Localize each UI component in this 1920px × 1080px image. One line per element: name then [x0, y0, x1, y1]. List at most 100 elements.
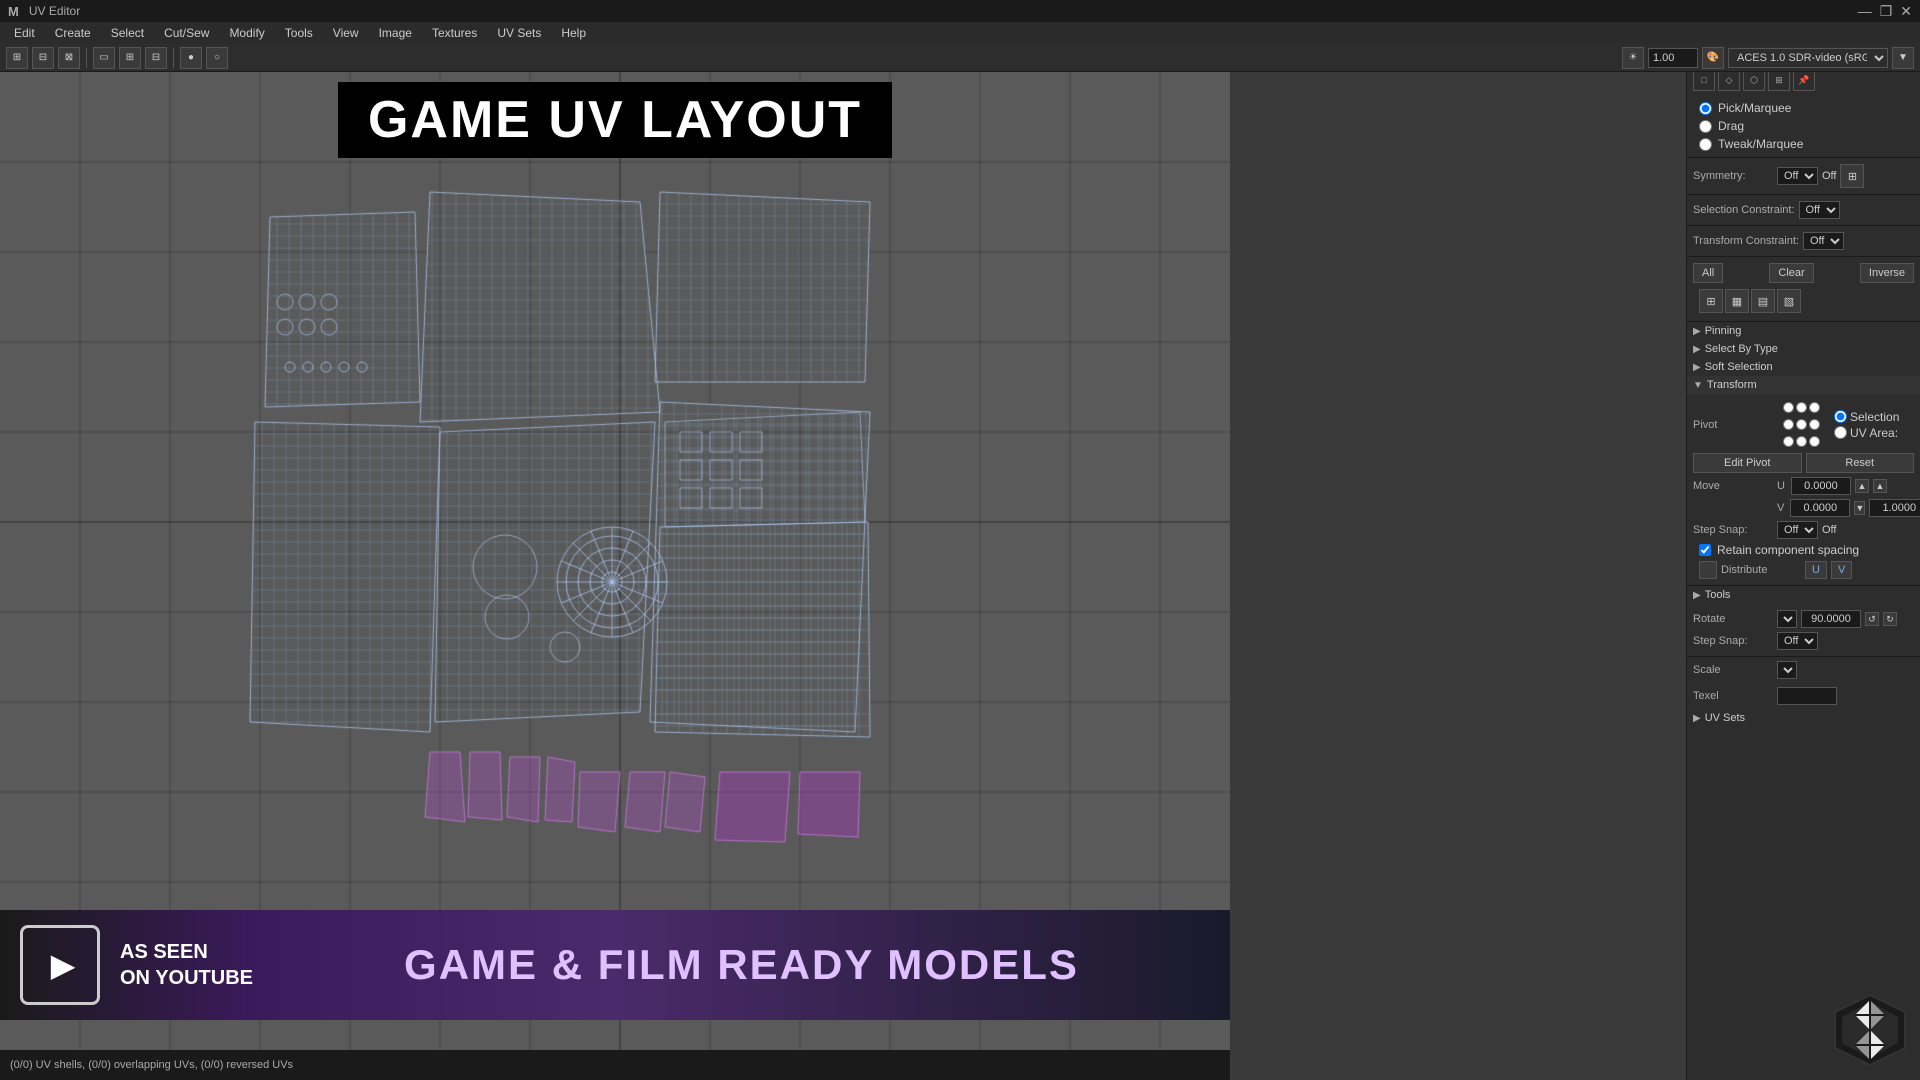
exposure-input[interactable] — [1648, 48, 1698, 68]
toolbar-icon-6[interactable]: ⊟ — [145, 47, 167, 69]
pivot-radio-2[interactable] — [1796, 402, 1807, 413]
move-scale-input[interactable] — [1869, 499, 1920, 517]
toolbar-icon-1[interactable]: ⊞ — [6, 47, 28, 69]
symmetry-label: Symmetry: — [1693, 170, 1773, 182]
distribute-label: Distribute — [1721, 564, 1801, 576]
tools-section-header[interactable]: ▶ Tools — [1687, 586, 1920, 604]
toolbar-icon-7[interactable]: ● — [180, 47, 202, 69]
distribute-v-button[interactable]: V — [1831, 561, 1852, 579]
play-button[interactable] — [20, 925, 100, 1005]
mode-icon-1[interactable]: ⊞ — [1699, 289, 1723, 313]
mode-icon-4[interactable]: ▧ — [1777, 289, 1801, 313]
window-title: UV Editor — [29, 4, 80, 18]
uv-viewport[interactable]: GAME UV LAYOUT AS SEEN ON YOUTUBE GAME &… — [0, 72, 1230, 1050]
uv-shape-pin[interactable]: 📌 — [1793, 69, 1815, 91]
toolbar-icon-5[interactable]: ⊞ — [119, 47, 141, 69]
texel-input[interactable] — [1777, 687, 1837, 705]
reset-button[interactable]: Reset — [1806, 453, 1915, 473]
menu-view[interactable]: View — [325, 24, 367, 42]
move-u-up[interactable]: ▲ — [1855, 479, 1869, 493]
close-button[interactable]: ✕ — [1900, 3, 1912, 20]
uv-canvas — [0, 72, 1230, 1050]
menu-uvsets[interactable]: UV Sets — [489, 24, 549, 42]
toolbar-icon-8[interactable]: ○ — [206, 47, 228, 69]
exposure-icon[interactable]: ☀ — [1622, 47, 1644, 69]
pivot-radio-4[interactable] — [1783, 419, 1794, 430]
symmetry-section: Symmetry: Off Off ⊞ — [1687, 158, 1920, 195]
scale-dropdown[interactable]: ▸ — [1777, 661, 1797, 679]
pivot-selection-radio[interactable] — [1834, 410, 1847, 423]
uv-shape-cube[interactable]: ⬡ — [1743, 69, 1765, 91]
transform-arrow-icon: ▼ — [1693, 380, 1703, 391]
pivot-radio-7[interactable] — [1783, 436, 1794, 447]
color-profile-dropdown[interactable]: ACES 1.0 SDR-video (sRGB) — [1728, 48, 1888, 68]
rotate-row: Rotate ▸ ↺ ↻ — [1693, 608, 1914, 630]
uv-shape-grid[interactable]: ⊞ — [1768, 69, 1790, 91]
soft-selection-label: Soft Selection — [1705, 361, 1773, 373]
window-controls[interactable]: — ❐ ✕ — [1858, 3, 1912, 20]
symmetry-dropdown[interactable]: Off — [1777, 167, 1818, 185]
menu-modify[interactable]: Modify — [221, 24, 272, 42]
menu-tools[interactable]: Tools — [277, 24, 321, 42]
mode-icon-3[interactable]: ▤ — [1751, 289, 1775, 313]
menu-textures[interactable]: Textures — [424, 24, 485, 42]
menu-select[interactable]: Select — [103, 24, 152, 42]
maximize-button[interactable]: ❐ — [1880, 3, 1893, 20]
transform-constraint-dropdown[interactable]: Off — [1803, 232, 1844, 250]
pivot-radio-1[interactable] — [1783, 402, 1794, 413]
step-snap-dropdown[interactable]: Off — [1777, 521, 1818, 539]
all-button[interactable]: All — [1693, 263, 1723, 283]
uv-shape-square[interactable]: □ — [1693, 69, 1715, 91]
uv-shape-diamond[interactable]: ◇ — [1718, 69, 1740, 91]
menu-cutsew[interactable]: Cut/Sew — [156, 24, 217, 42]
move-v-down[interactable]: ▼ — [1854, 501, 1865, 515]
menu-edit[interactable]: Edit — [6, 24, 43, 42]
pivot-radio-grid-1 — [1777, 400, 1826, 415]
select-by-type-header[interactable]: ▶ Select By Type — [1687, 340, 1920, 358]
move-u-up2[interactable]: ▲ — [1873, 479, 1887, 493]
distribute-u-button[interactable]: U — [1805, 561, 1827, 579]
tweak-marquee-radio[interactable] — [1699, 138, 1712, 151]
toolbar-icon-2[interactable]: ⊟ — [32, 47, 54, 69]
toolbar-icon-4[interactable]: ▭ — [93, 47, 115, 69]
pinning-section-header[interactable]: ▶ Pinning — [1687, 322, 1920, 340]
edit-pivot-button[interactable]: Edit Pivot — [1693, 453, 1802, 473]
color-profile-icon[interactable]: 🎨 — [1702, 47, 1724, 69]
symmetry-icon[interactable]: ⊞ — [1840, 164, 1864, 188]
inverse-button[interactable]: Inverse — [1860, 263, 1914, 283]
mode-icon-2[interactable]: ▦ — [1725, 289, 1749, 313]
selection-constraint-dropdown[interactable]: Off — [1799, 201, 1840, 219]
pivot-radio-3[interactable] — [1809, 402, 1820, 413]
distribute-icon[interactable] — [1699, 561, 1717, 579]
move-u-input[interactable] — [1791, 477, 1851, 495]
app-icon: M — [8, 4, 19, 19]
toolbar-icon-expand[interactable]: ▼ — [1892, 47, 1914, 69]
pivot-radio-grid-2 — [1777, 417, 1826, 432]
pivot-uvarea-radio[interactable] — [1834, 426, 1847, 439]
pivot-radio-5[interactable] — [1796, 419, 1807, 430]
menu-create[interactable]: Create — [47, 24, 99, 42]
clear-button[interactable]: Clear — [1769, 263, 1813, 283]
soft-selection-header[interactable]: ▶ Soft Selection — [1687, 358, 1920, 376]
pivot-radio-8[interactable] — [1796, 436, 1807, 447]
pivot-radio-9[interactable] — [1809, 436, 1820, 447]
menu-image[interactable]: Image — [371, 24, 420, 42]
toolbar: ⊞ ⊟ ⊠ ▭ ⊞ ⊟ ● ○ ☀ 🎨 ACES 1.0 SDR-video (… — [0, 44, 1920, 72]
mode-icons-row: ⊞ ▦ ▤ ▧ — [1693, 285, 1914, 317]
menu-help[interactable]: Help — [553, 24, 594, 42]
minimize-button[interactable]: — — [1858, 3, 1872, 20]
rotate-ccw[interactable]: ↺ — [1865, 612, 1879, 626]
transform-section-header[interactable]: ▼ Transform — [1687, 376, 1920, 394]
pick-marquee-radio[interactable] — [1699, 102, 1712, 115]
toolbar-icon-3[interactable]: ⊠ — [58, 47, 80, 69]
move-v-input[interactable] — [1790, 499, 1850, 517]
rotate-dropdown[interactable]: ▸ — [1777, 610, 1797, 628]
pivot-radio-6[interactable] — [1809, 419, 1820, 430]
drag-radio[interactable] — [1699, 120, 1712, 133]
rotate-input[interactable] — [1801, 610, 1861, 628]
uv-sets-header[interactable]: ▶ UV Sets — [1687, 709, 1920, 727]
retain-spacing-checkbox[interactable] — [1699, 544, 1711, 556]
rotate-step-snap-dropdown[interactable]: Off — [1777, 632, 1818, 650]
pivot-radio-grid-3 — [1777, 434, 1826, 449]
rotate-cw[interactable]: ↻ — [1883, 612, 1897, 626]
